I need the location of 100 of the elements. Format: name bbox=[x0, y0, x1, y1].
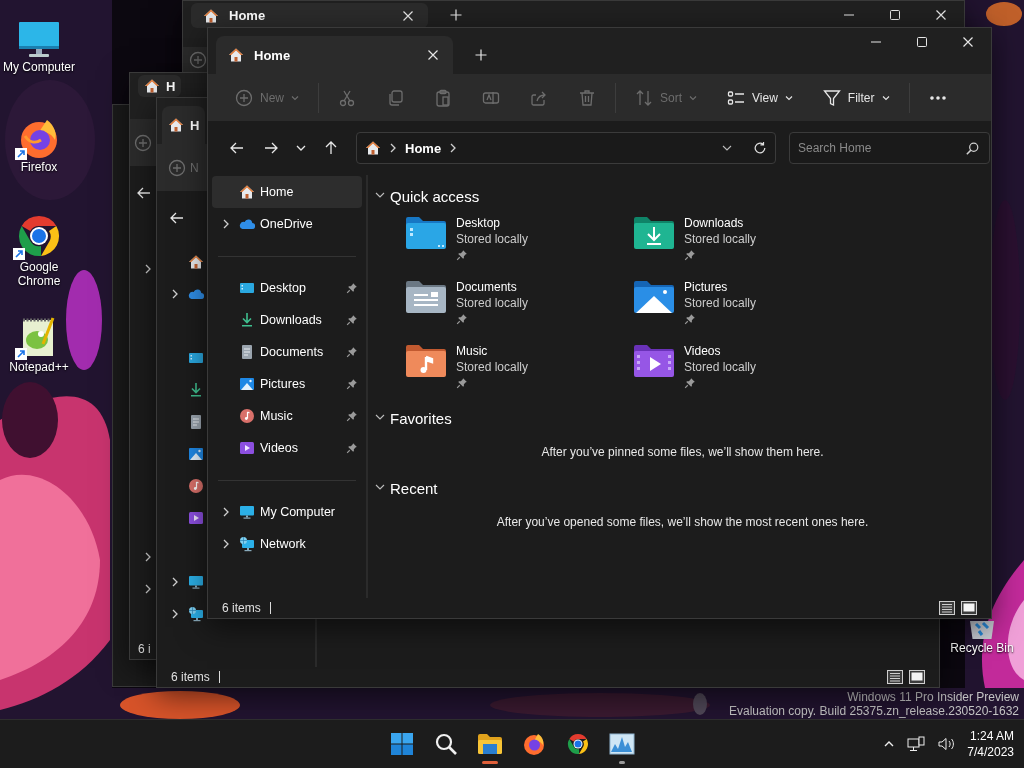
up-arrow-icon[interactable] bbox=[323, 140, 339, 156]
desktop-folder-icon bbox=[239, 280, 255, 296]
empty-message: After you’ve pinned some files, we’ll show them here. bbox=[541, 445, 824, 459]
music-note-icon bbox=[188, 478, 204, 494]
sidebar-item[interactable]: Home bbox=[212, 176, 362, 208]
filter-button[interactable]: Filter bbox=[807, 80, 905, 115]
close-tab-icon[interactable] bbox=[427, 49, 439, 61]
sidebar-item[interactable]: Downloads bbox=[212, 304, 362, 336]
picture-icon bbox=[239, 376, 255, 392]
clock-date[interactable]: 7/4/2023 bbox=[967, 744, 1014, 760]
download-icon bbox=[188, 382, 204, 398]
document-icon bbox=[239, 344, 255, 360]
monitor-icon bbox=[188, 574, 204, 590]
empty-message: After you’ve opened some files, we’ll show the most recent ones here. bbox=[496, 515, 869, 529]
maximize-icon[interactable] bbox=[916, 35, 928, 48]
tab[interactable]: Home bbox=[216, 36, 453, 74]
pictures-folder-icon bbox=[632, 279, 676, 315]
forward-arrow-icon[interactable] bbox=[263, 140, 279, 156]
home-icon bbox=[203, 7, 219, 24]
cloud-icon bbox=[239, 216, 255, 232]
filter-icon bbox=[822, 88, 841, 107]
home-icon bbox=[144, 78, 160, 94]
folder-location: Stored locally bbox=[456, 359, 529, 375]
plus-circle-icon bbox=[189, 51, 207, 69]
close-icon[interactable] bbox=[935, 8, 947, 21]
plus-circle-icon bbox=[235, 88, 253, 107]
plus-circle-icon bbox=[168, 158, 186, 177]
picture-icon bbox=[188, 446, 204, 462]
sidebar-item[interactable]: Music bbox=[212, 400, 362, 432]
search-icon[interactable] bbox=[434, 732, 458, 756]
home-icon bbox=[365, 140, 381, 156]
cloud-icon bbox=[188, 286, 204, 302]
firefox-icon[interactable] bbox=[522, 732, 546, 756]
sort-icon bbox=[635, 88, 653, 107]
sidebar-item[interactable]: Documents bbox=[212, 336, 362, 368]
folder-name[interactable]: Downloads bbox=[684, 215, 757, 231]
folder-name[interactable]: Pictures bbox=[684, 279, 757, 295]
tiles-view-icon[interactable] bbox=[909, 670, 925, 684]
plus-circle-icon bbox=[134, 133, 152, 152]
maximize-icon[interactable] bbox=[889, 8, 901, 21]
item-count: 6 items bbox=[222, 601, 261, 615]
desktop-folder-icon bbox=[404, 215, 448, 251]
sidebar-item[interactable]: My Computer bbox=[212, 496, 362, 528]
folder-name[interactable]: Desktop bbox=[456, 215, 529, 231]
videos-folder-icon bbox=[632, 343, 676, 379]
start-icon[interactable] bbox=[390, 732, 414, 756]
folder-icon[interactable] bbox=[477, 732, 503, 756]
new-tab-icon[interactable] bbox=[475, 49, 487, 61]
view-icon bbox=[727, 88, 746, 107]
network-icon bbox=[188, 606, 204, 622]
sidebar-item[interactable]: Network bbox=[212, 528, 362, 560]
build-info-text: Windows 11 Pro Insider Preview bbox=[846, 690, 1019, 704]
sidebar-item[interactable]: Videos bbox=[212, 432, 362, 464]
sidebar-item[interactable]: Pictures bbox=[212, 368, 362, 400]
music-note-icon bbox=[239, 408, 255, 424]
item-count: 6 items bbox=[171, 670, 210, 684]
downloads-folder-icon bbox=[632, 215, 676, 251]
back-arrow-icon[interactable] bbox=[169, 210, 185, 226]
folder-location: Stored locally bbox=[684, 359, 757, 375]
network-icon[interactable] bbox=[907, 736, 926, 752]
breadcrumb[interactable]: Home bbox=[405, 140, 442, 156]
folder-name[interactable]: Videos bbox=[684, 343, 757, 359]
tab[interactable]: H bbox=[162, 106, 206, 144]
folder-name[interactable]: Documents bbox=[456, 279, 529, 295]
video-icon bbox=[188, 510, 204, 526]
chart-window-icon[interactable] bbox=[609, 733, 635, 755]
tab[interactable]: H bbox=[138, 75, 182, 97]
home-icon bbox=[168, 117, 184, 133]
item-count: 6 i bbox=[138, 642, 151, 656]
download-icon bbox=[239, 312, 255, 328]
build-info-text: Evaluation copy. Build 25375.zn_release.230520-1632 bbox=[729, 704, 1019, 718]
close-tab-icon[interactable] bbox=[402, 9, 414, 22]
monitor-icon bbox=[239, 504, 255, 520]
home-icon bbox=[239, 184, 255, 200]
music-folder-icon bbox=[404, 343, 448, 379]
back-arrow-icon[interactable] bbox=[229, 140, 245, 156]
new-tab-icon[interactable] bbox=[450, 8, 462, 21]
refresh-icon[interactable] bbox=[753, 141, 767, 155]
section-heading[interactable]: Recent bbox=[390, 479, 438, 497]
view-button[interactable]: View bbox=[712, 80, 808, 115]
details-view-icon[interactable] bbox=[939, 601, 955, 615]
search-field[interactable]: Search Home bbox=[789, 132, 990, 164]
home-icon bbox=[228, 47, 244, 63]
section-heading[interactable]: Favorites bbox=[390, 409, 452, 427]
address-bar[interactable]: Home bbox=[356, 132, 776, 164]
clock-time[interactable]: 1:24 AM bbox=[969, 728, 1014, 744]
chrome-icon[interactable] bbox=[566, 732, 590, 756]
desktop-folder-icon bbox=[188, 350, 204, 366]
document-icon bbox=[188, 414, 204, 430]
tab[interactable]: Home bbox=[191, 3, 428, 28]
network-icon bbox=[239, 536, 255, 552]
volume-icon[interactable] bbox=[937, 736, 956, 752]
folder-location: Stored locally bbox=[456, 295, 529, 311]
folder-location: Stored locally bbox=[684, 295, 757, 311]
sidebar-item[interactable]: Desktop bbox=[212, 272, 362, 304]
details-view-icon[interactable] bbox=[887, 670, 903, 684]
folder-name[interactable]: Music bbox=[456, 343, 529, 359]
section-heading[interactable]: Quick access bbox=[390, 187, 480, 205]
back-arrow-icon[interactable] bbox=[136, 185, 152, 201]
sidebar-item[interactable]: OneDrive bbox=[212, 208, 362, 240]
